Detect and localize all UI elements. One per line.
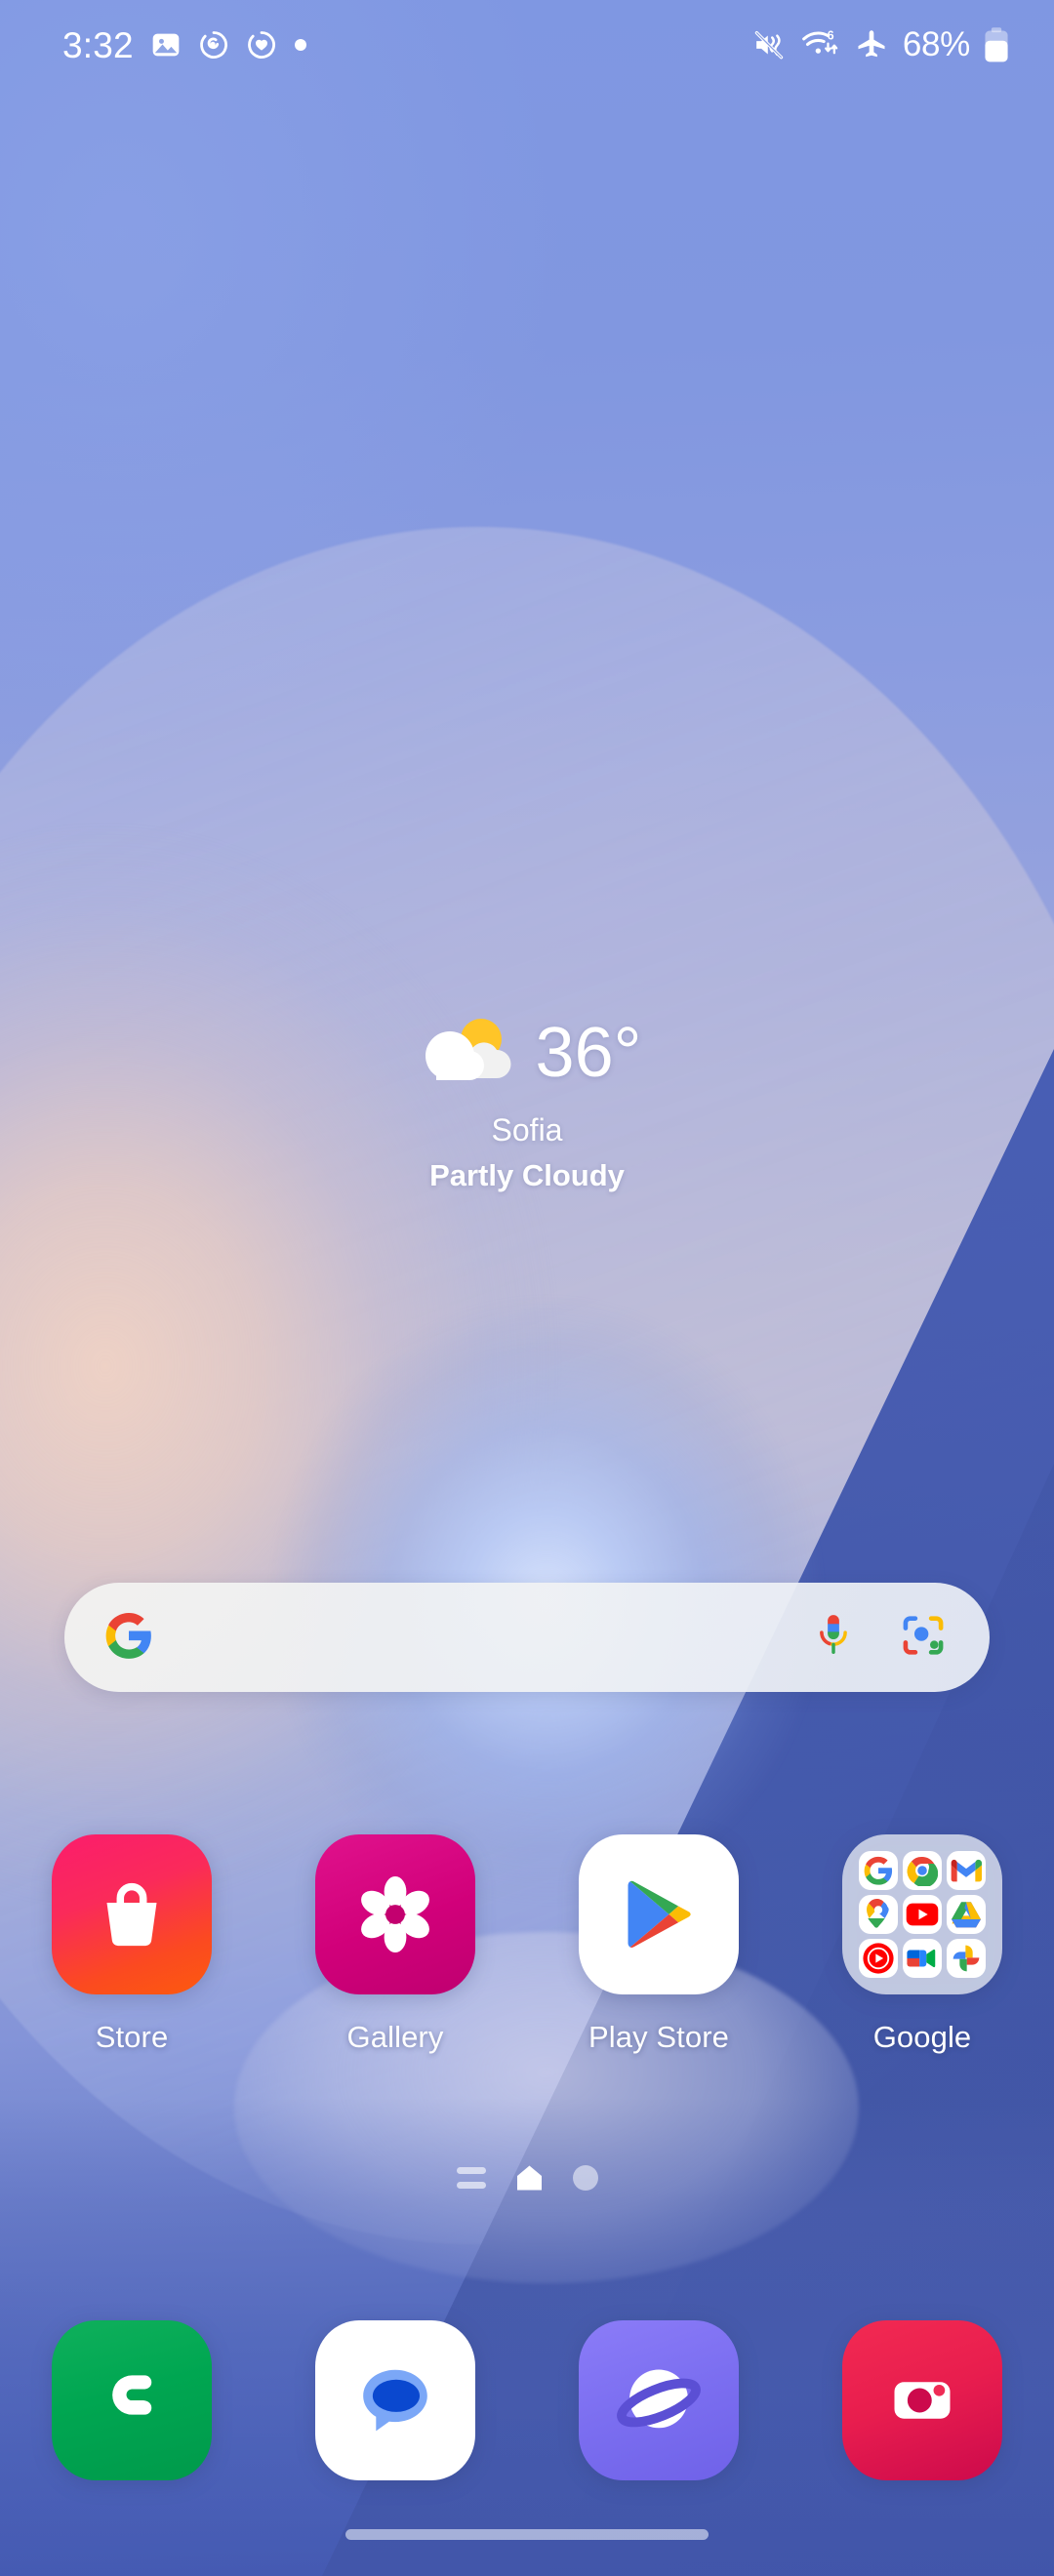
microphone-icon[interactable]	[812, 1612, 855, 1664]
weather-condition: Partly Cloudy	[429, 1158, 625, 1192]
status-bar-left: 3:32	[62, 27, 307, 63]
dock-item-phone[interactable]	[0, 2320, 264, 2480]
google-lens-icon[interactable]	[900, 1612, 947, 1664]
youtube-music-icon	[858, 1938, 898, 1978]
gallery-flower-icon[interactable]	[315, 1834, 475, 1994]
wifi-6-data-icon: 6	[801, 27, 840, 62]
app-item-google-folder[interactable]: Google	[790, 1834, 1054, 2055]
phone-icon[interactable]	[52, 2320, 212, 2480]
meet-icon	[902, 1938, 942, 1978]
app-label-play-store: Play Store	[588, 2020, 729, 2054]
dock-item-camera[interactable]	[790, 2320, 1054, 2480]
play-store-icon[interactable]	[579, 1834, 739, 1994]
sync-circle-icon	[198, 29, 229, 60]
home-app-grid: Store Gallery Play Store Google	[0, 1834, 1054, 2055]
photos-icon	[947, 1938, 987, 1978]
page-dot-icon[interactable]	[572, 2165, 598, 2191]
weather-city: Sofia	[491, 1112, 563, 1147]
samsung-internet-icon[interactable]	[579, 2320, 739, 2480]
weather-widget[interactable]: 36° Sofia Partly Cloudy	[0, 1010, 1054, 1193]
status-bar: 3:32 6 68%	[0, 0, 1054, 90]
status-bar-clock[interactable]: 3:32	[62, 27, 134, 63]
google-icon	[858, 1851, 898, 1891]
dock-item-internet[interactable]	[527, 2320, 790, 2480]
dock-item-messages[interactable]	[264, 2320, 527, 2480]
maps-icon	[858, 1894, 898, 1934]
page-indicator	[0, 2164, 1054, 2192]
dock	[0, 2320, 1054, 2480]
app-item-store[interactable]: Store	[0, 1834, 264, 2055]
airplane-mode-icon	[854, 27, 889, 62]
battery-icon	[984, 26, 1009, 63]
image-icon	[150, 29, 182, 60]
youtube-icon	[902, 1894, 942, 1934]
partly-cloudy-icon	[413, 1010, 522, 1095]
messages-icon[interactable]	[315, 2320, 475, 2480]
gmail-icon	[947, 1851, 987, 1891]
google-search-bar[interactable]	[64, 1583, 990, 1692]
dot-icon	[294, 38, 307, 52]
status-bar-right: 6 68%	[752, 25, 1009, 64]
app-item-play-store[interactable]: Play Store	[527, 1834, 790, 2055]
app-label-google: Google	[872, 2020, 972, 2054]
battery-percentage: 68%	[902, 25, 970, 63]
app-list-lines-icon[interactable]	[456, 2167, 486, 2189]
weather-main-row: 36°	[413, 1010, 642, 1095]
app-item-gallery[interactable]: Gallery	[264, 1834, 527, 2055]
google-folder-icon[interactable]	[842, 1834, 1002, 1994]
heart-circle-icon	[246, 29, 277, 60]
galaxy-store-icon[interactable]	[52, 1834, 212, 1994]
google-g-icon	[103, 1610, 154, 1666]
mute-vibrate-icon	[752, 27, 788, 62]
search-input[interactable]	[154, 1583, 812, 1692]
search-actions	[812, 1612, 947, 1664]
home-house-icon[interactable]	[515, 2164, 544, 2192]
home-indicator-bar[interactable]	[345, 2529, 709, 2540]
drive-icon	[947, 1894, 987, 1934]
app-label-gallery: Gallery	[346, 2020, 444, 2054]
chrome-icon	[902, 1851, 942, 1891]
weather-temperature: 36°	[535, 1013, 642, 1092]
svg-text:6: 6	[828, 28, 834, 42]
app-label-store: Store	[95, 2020, 169, 2054]
camera-icon[interactable]	[842, 2320, 1002, 2480]
